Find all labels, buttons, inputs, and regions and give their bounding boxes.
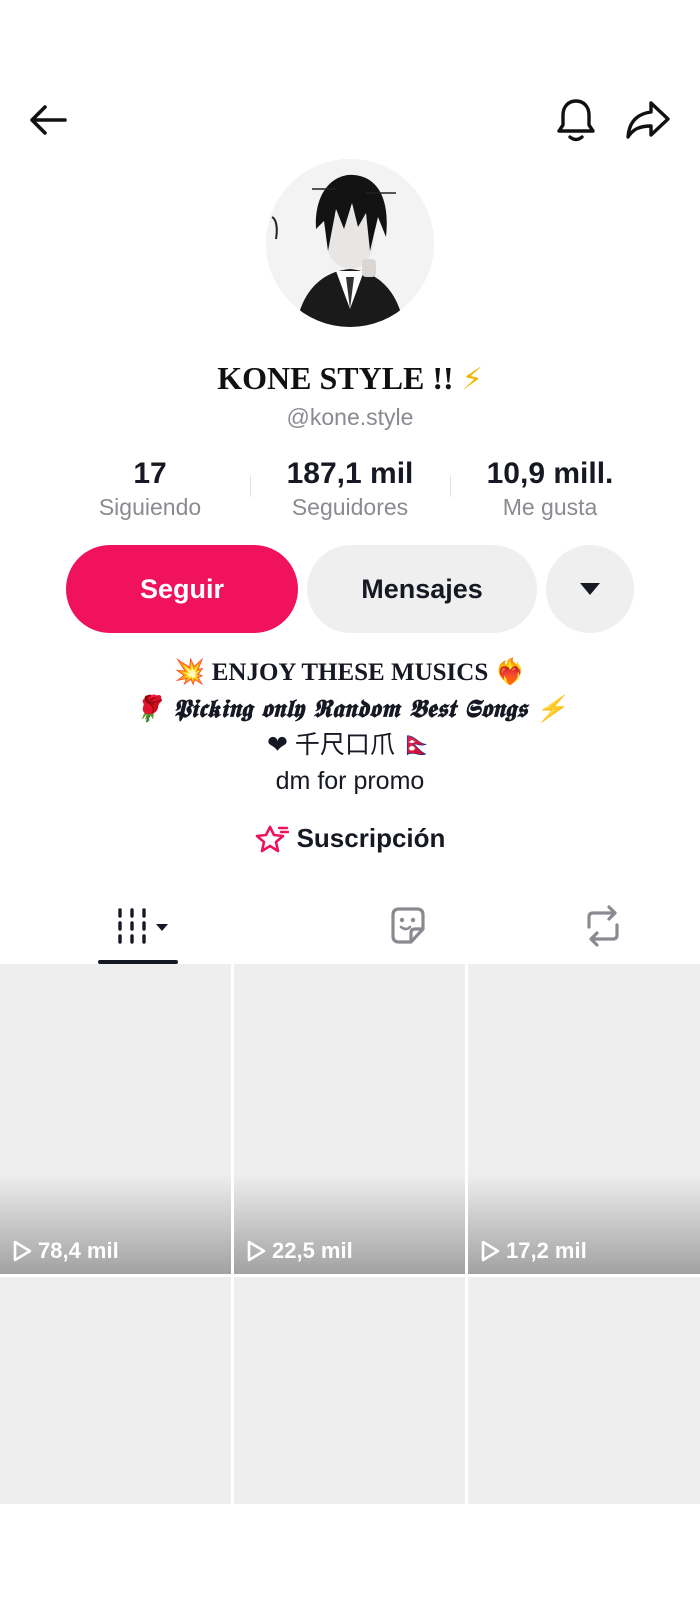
video-thumbnail[interactable] [0, 1277, 231, 1504]
profile-bio: 💥 ENJOY THESE MUSICS ❤️‍🔥 🌹 𝕻𝖎𝖈𝖐𝖎𝖓𝖌 𝖔𝖓𝖑𝖞… [0, 655, 700, 799]
subscription-label: Suscripción [296, 823, 446, 853]
followers-count: 187,1 mil [286, 457, 414, 490]
profile-stats: 17 Siguiendo 187,1 mil Seguidores 10,9 m… [50, 455, 650, 525]
tab-videos[interactable] [0, 888, 310, 964]
bio-line-2: 🌹 𝕻𝖎𝖈𝖐𝖎𝖓𝖌 𝖔𝖓𝖑𝖞 𝕽𝖆𝖓𝖉𝖔𝖒 𝕭𝖊𝖘𝖙 𝕾𝖔𝖓𝖌𝖘 ⚡ [132, 694, 568, 723]
display-name-text: KONE STYLE !! [217, 360, 454, 396]
username-handle: @kone.style [286, 404, 414, 430]
favorites-sticker-icon [390, 907, 425, 944]
bell-icon [557, 99, 595, 142]
back-button[interactable] [20, 92, 76, 148]
caret-down-icon [580, 583, 600, 595]
stat-likes[interactable]: 10,9 mill. Me gusta [450, 455, 650, 525]
view-count-text: 22,5 mil [272, 1238, 353, 1263]
view-count-text: 78,4 mil [38, 1238, 119, 1263]
bio-line-1: 💥 ENJOY THESE MUSICS ❤️‍🔥 [174, 659, 526, 686]
view-count-text: 17,2 mil [506, 1238, 587, 1263]
subscription-link[interactable]: Suscripción [0, 823, 700, 854]
lightning-emoji: ⚡ [461, 362, 483, 397]
share-arrow-icon [626, 101, 670, 139]
video-thumbnail[interactable]: 78,4 mil [0, 964, 231, 1274]
stat-following[interactable]: 17 Siguiendo [50, 455, 250, 525]
bio-line-3: ❤ 千尺口爪 🇳🇵 [267, 731, 433, 759]
profile-actions: Seguir Mensajes [66, 545, 636, 633]
content-tabs [0, 888, 700, 964]
subscription-star-icon [255, 825, 289, 852]
video-thumbnail[interactable]: 17,2 mil [468, 964, 700, 1274]
view-count: 22,5 mil [246, 1238, 353, 1264]
top-bar [0, 0, 700, 160]
tab-reposts[interactable] [505, 888, 700, 964]
arrow-left-icon [30, 105, 67, 135]
video-thumbnail[interactable] [234, 1277, 465, 1504]
stat-followers[interactable]: 187,1 mil Seguidores [250, 455, 450, 525]
play-icon [13, 1240, 32, 1262]
videos-grid-icon [118, 908, 168, 944]
avatar[interactable] [266, 159, 434, 327]
messages-button[interactable]: Mensajes [307, 545, 537, 633]
following-label: Siguiendo [98, 494, 202, 520]
follow-button[interactable]: Seguir [66, 545, 298, 633]
following-count: 17 [133, 457, 167, 490]
bio-line-4: dm for promo [275, 767, 425, 795]
video-thumbnail[interactable] [468, 1277, 700, 1504]
view-count: 17,2 mil [480, 1238, 587, 1264]
reposts-icon [586, 905, 619, 947]
followers-label: Seguidores [291, 494, 409, 520]
likes-count: 10,9 mill. [486, 457, 614, 490]
tab-favorites[interactable] [310, 888, 505, 964]
video-grid: 78,4 mil 22,5 mil 17,2 mil [0, 964, 700, 1504]
display-name: KONE STYLE !! ⚡ [0, 360, 700, 397]
avatar-illustration-icon [266, 159, 434, 327]
video-thumbnail[interactable]: 22,5 mil [234, 964, 465, 1274]
likes-label: Me gusta [502, 494, 598, 520]
share-button[interactable] [620, 92, 676, 148]
notifications-button[interactable] [548, 92, 604, 148]
view-count: 78,4 mil [12, 1238, 119, 1264]
more-options-button[interactable] [546, 545, 634, 633]
play-icon [481, 1240, 500, 1262]
play-icon [247, 1240, 266, 1262]
